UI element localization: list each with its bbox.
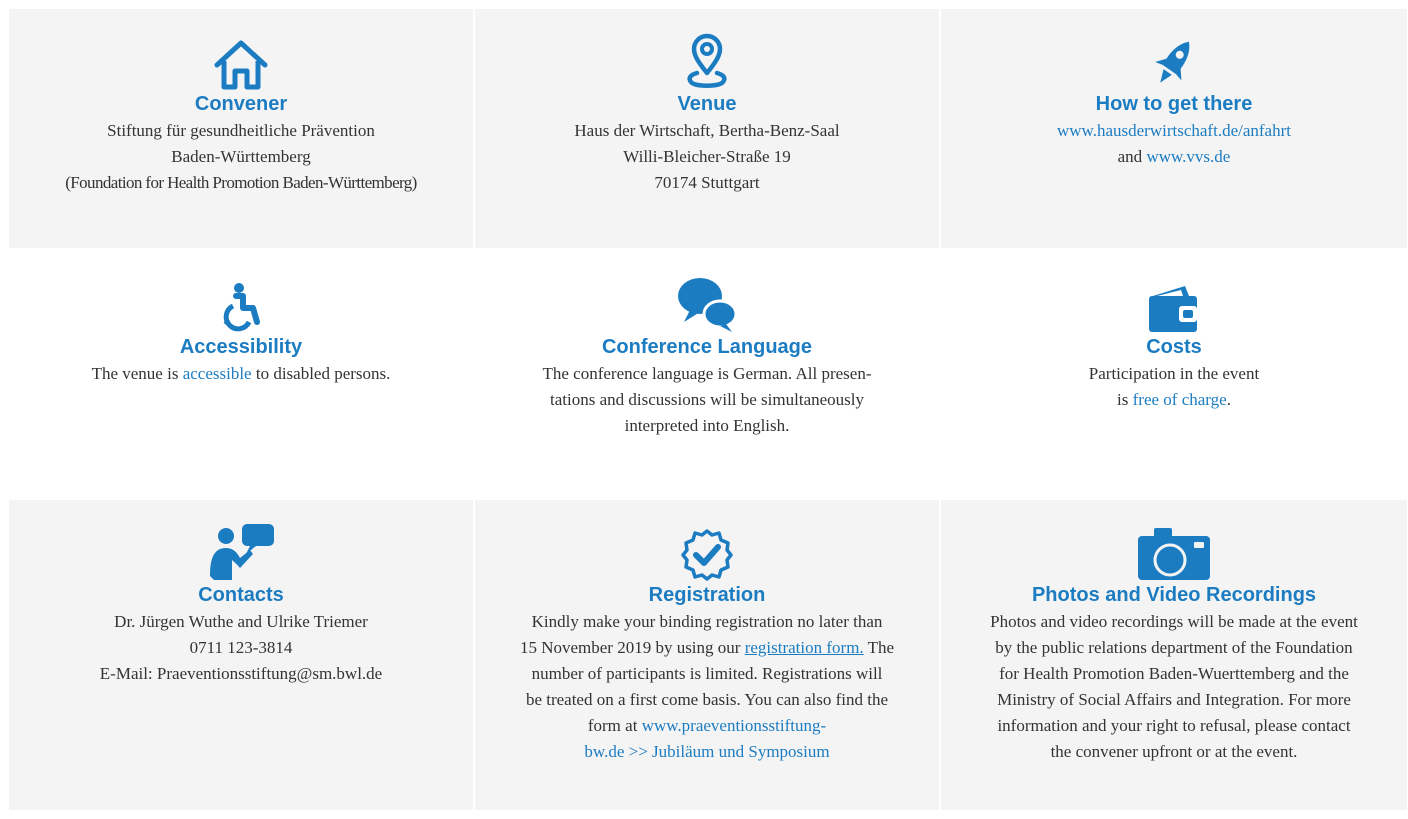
body-line: by the public relations department of th…	[995, 638, 1353, 657]
body-line: 70174 Stuttgart	[654, 173, 760, 192]
hausderwirtschaft-link[interactable]: www.hausderwirtschaft.de/anfahrt	[1057, 121, 1291, 140]
card-title: How to get there	[1095, 93, 1253, 115]
registration-form-link[interactable]: registration form.	[745, 638, 864, 657]
body-line: Stiftung für gesundheitliche Prävention	[107, 121, 375, 140]
card-body: www.hausderwirtschaft.de/anfahrt and www…	[1057, 118, 1291, 170]
praeventionsstiftung-link[interactable]: www.praeventionsstiftung-	[642, 716, 826, 735]
body-text: .	[1226, 390, 1231, 409]
card-body: Participation in the event is free of ch…	[1089, 361, 1259, 413]
free-of-charge-link[interactable]: free of charge	[1133, 390, 1227, 409]
card-title: Conference Language	[601, 336, 813, 358]
body-text: The venue is	[91, 364, 179, 383]
accessible-link[interactable]: accessible	[183, 364, 252, 383]
rocket-icon	[1151, 33, 1197, 91]
card-title: Photos and Video Recordings	[1031, 584, 1317, 606]
card-costs: Costs Participation in the event is free…	[941, 252, 1407, 496]
body-line: 0711 123-3814	[189, 638, 293, 657]
card-convener: Convener Stiftung für gesundheitliche Pr…	[9, 9, 473, 248]
vvs-link[interactable]: www.vvs.de	[1146, 147, 1230, 166]
praeventionsstiftung-link-continued[interactable]: bw.de >> Jubiläum und Symposium	[584, 742, 829, 761]
person-speaking-icon	[206, 524, 276, 582]
card-body: Stiftung für gesundheitliche Prävention …	[65, 118, 417, 196]
body-text: The	[867, 638, 895, 657]
wheelchair-icon	[219, 276, 263, 334]
body-line: be treated on a first come basis. You ca…	[525, 690, 889, 709]
card-body: The venue is accessible to disabled pers…	[92, 361, 391, 387]
card-title: Registration	[648, 584, 766, 606]
body-line: number of participants is limited. Regis…	[531, 664, 883, 683]
card-contacts: Contacts Dr. Jürgen Wuthe and Ulrike Tri…	[9, 500, 473, 810]
body-line: the convener upfront or at the event.	[1050, 742, 1298, 761]
card-accessibility: Accessibility The venue is accessible to…	[9, 252, 473, 496]
card-venue: Venue Haus der Wirtschaft, Bertha-Benz-S…	[475, 9, 939, 248]
body-text: is	[1117, 390, 1129, 409]
body-line: Kindly make your binding registration no…	[531, 612, 883, 631]
card-title: Contacts	[198, 584, 284, 606]
card-title: Accessibility	[179, 336, 303, 358]
body-text: form at	[587, 716, 638, 735]
card-body: Kindly make your binding registration no…	[520, 609, 894, 765]
body-line: E-Mail: Praeventionsstiftung@sm.bwl.de	[99, 664, 383, 683]
card-how-to-get-there: How to get there www.hausderwirtschaft.d…	[941, 9, 1407, 248]
card-body: Photos and video recordings will be made…	[990, 609, 1358, 765]
card-title: Venue	[677, 93, 737, 115]
check-circle-icon	[680, 524, 734, 582]
body-line: Participation in the event	[1088, 364, 1260, 383]
card-title: Costs	[1146, 336, 1202, 358]
camera-icon	[1136, 524, 1212, 582]
body-line: information and your right to refusal, p…	[997, 716, 1351, 735]
body-line: Dr. Jürgen Wuthe and Ulrike Triemer	[114, 612, 368, 631]
body-line: for Health Promotion Baden-Wuerttemberg …	[999, 664, 1349, 683]
body-text: and	[1117, 147, 1143, 166]
body-line: Photos and video recordings will be made…	[990, 612, 1358, 631]
speech-bubbles-icon	[676, 276, 738, 334]
card-title: Convener	[194, 93, 288, 115]
map-pin-icon	[685, 33, 729, 91]
body-line: Ministry of Social Affairs and Integrati…	[997, 690, 1351, 709]
body-line: interpreted into English.	[624, 416, 790, 435]
body-line: The conference language is German. All p…	[542, 364, 872, 383]
card-conference-language: Conference Language The conference langu…	[475, 252, 939, 496]
info-grid: Convener Stiftung für gesundheitliche Pr…	[9, 9, 1407, 810]
body-line: Haus der Wirtschaft, Bertha-Benz-Saal	[574, 121, 840, 140]
body-text: 15 November 2019 by using our	[519, 638, 741, 657]
card-body: Haus der Wirtschaft, Bertha-Benz-Saal Wi…	[574, 118, 839, 196]
house-icon	[213, 33, 269, 91]
card-photos-video: Photos and Video Recordings Photos and v…	[941, 500, 1407, 810]
card-body: Dr. Jürgen Wuthe and Ulrike Triemer 0711…	[100, 609, 382, 687]
body-line: Willi-Bleicher-Straße 19	[623, 147, 791, 166]
body-line: (Foundation for Health Promotion Baden-W…	[65, 173, 417, 192]
card-registration: Registration Kindly make your binding re…	[475, 500, 939, 810]
body-text: to disabled persons.	[255, 364, 391, 383]
card-body: The conference language is German. All p…	[543, 361, 872, 439]
body-line: tations and discussions will be simultan…	[549, 390, 864, 409]
wallet-icon	[1147, 276, 1201, 334]
body-line: Baden-Württemberg	[171, 147, 311, 166]
